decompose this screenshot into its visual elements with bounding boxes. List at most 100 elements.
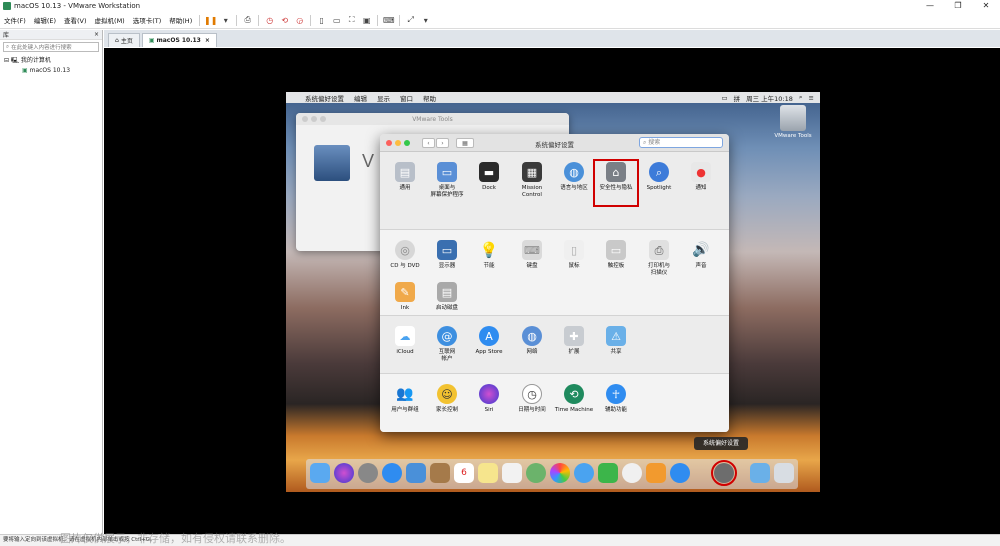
photos-icon[interactable] bbox=[550, 463, 570, 483]
trash-icon[interactable] bbox=[774, 463, 794, 483]
pref-icloud[interactable]: ☁ iCloud bbox=[385, 326, 425, 356]
snapshot-manager-icon[interactable]: ◶ bbox=[294, 15, 305, 26]
dropdown-icon[interactable]: ▾ bbox=[420, 15, 431, 26]
mac-menu-window[interactable]: 窗口 bbox=[395, 93, 418, 103]
prefs-search-input[interactable]: ⌕ 搜索 bbox=[639, 137, 723, 148]
pref-security-privacy[interactable]: ⌂ 安全性与隐私 bbox=[593, 159, 639, 207]
tree-item-vm[interactable]: ▣ macOS 10.13 bbox=[4, 66, 98, 76]
menu-edit[interactable]: 编辑(E) bbox=[30, 15, 60, 25]
pause-icon[interactable]: ❚❚ bbox=[204, 15, 217, 26]
close-icon[interactable]: × bbox=[94, 31, 99, 38]
thumbnail-view-icon[interactable]: ▭ bbox=[331, 15, 342, 26]
pref-label: 显示器 bbox=[438, 263, 456, 269]
fullscreen-icon[interactable]: ⛶ bbox=[346, 15, 357, 26]
notes-icon[interactable] bbox=[478, 463, 498, 483]
system-preferences-window[interactable]: ‹ › ▦ 系统偏好设置 ⌕ 搜索 ▤ 通用 ▭ 桌面与 屏幕保护程序 ▬ Dock … bbox=[380, 134, 729, 432]
library-search-input[interactable]: ⌕ 在此处键入内容进行搜索 bbox=[3, 42, 99, 52]
pref-users-groups[interactable]: 👥 用户与群组 bbox=[385, 384, 425, 414]
pref-parental-controls[interactable]: ☺ 家长控制 bbox=[427, 384, 467, 414]
contacts-icon[interactable] bbox=[430, 463, 450, 483]
pref-printers-scanners[interactable]: ⎙ 打印机与 扫描仪 bbox=[639, 240, 679, 277]
pref-startup-disk[interactable]: ▤ 启动磁盘 bbox=[427, 282, 467, 312]
notification-center-icon[interactable]: ≡ bbox=[809, 94, 814, 102]
pref-mission-control[interactable]: ▦ Mission Control bbox=[512, 162, 552, 199]
pref-desktop-screensaver[interactable]: ▭ 桌面与 屏幕保护程序 bbox=[427, 162, 467, 199]
pref-mouse[interactable]: ▯ 鼠标 bbox=[554, 240, 594, 270]
pref-general[interactable]: ▤ 通用 bbox=[385, 162, 425, 192]
pref-extensions[interactable]: ✚ 扩展 bbox=[554, 326, 594, 356]
menu-vm[interactable]: 虚拟机(M) bbox=[91, 15, 129, 25]
system-preferences-icon[interactable] bbox=[711, 460, 737, 486]
menu-help[interactable]: 帮助(H) bbox=[165, 15, 196, 25]
pref-date-time[interactable]: ◷ 日期与时间 bbox=[512, 384, 552, 414]
close-icon[interactable]: ✕ bbox=[972, 0, 1000, 12]
unity-icon[interactable]: ▣ bbox=[361, 15, 372, 26]
pref-displays[interactable]: ▭ 显示器 bbox=[427, 240, 467, 270]
pref-dock[interactable]: ▬ Dock bbox=[469, 162, 509, 192]
pref-energy-saver[interactable]: 💡 节能 bbox=[469, 240, 509, 270]
pref-notifications[interactable]: ● 通知 bbox=[681, 162, 721, 192]
launchpad-icon[interactable] bbox=[358, 463, 378, 483]
desktop-vmware-tools-icon[interactable]: VMware Tools bbox=[770, 105, 816, 139]
messages-icon[interactable] bbox=[574, 463, 594, 483]
menu-file[interactable]: 文件(F) bbox=[0, 15, 30, 25]
menu-view[interactable]: 查看(V) bbox=[60, 15, 91, 25]
ibooks-icon[interactable] bbox=[646, 463, 666, 483]
dropdown-icon[interactable]: ▾ bbox=[220, 15, 231, 26]
pref-time-machine[interactable]: ⟲ Time Machine bbox=[554, 384, 594, 414]
revert-snapshot-icon[interactable]: ⟲ bbox=[279, 15, 290, 26]
pref-spotlight[interactable]: ⌕ Spotlight bbox=[639, 162, 679, 192]
downloads-folder-icon[interactable] bbox=[750, 463, 770, 483]
siri-icon[interactable] bbox=[334, 463, 354, 483]
facetime-icon[interactable] bbox=[598, 463, 618, 483]
mac-menu-view[interactable]: 显示 bbox=[372, 93, 395, 103]
pref-app-store[interactable]: A App Store bbox=[469, 326, 509, 356]
pref-accessibility[interactable]: ☥ 辅助功能 bbox=[596, 384, 636, 414]
snapshot-icon[interactable]: ◷ bbox=[264, 15, 275, 26]
library-view-icon[interactable]: ▯ bbox=[316, 15, 327, 26]
safari-icon[interactable] bbox=[382, 463, 402, 483]
pref-keyboard[interactable]: ⌨ 键盘 bbox=[512, 240, 552, 270]
pref-label: Spotlight bbox=[646, 185, 672, 191]
minimize-icon[interactable]: — bbox=[916, 0, 944, 12]
pref-ink[interactable]: ✎ Ink bbox=[385, 282, 425, 312]
pref-language-region[interactable]: ◍ 语言与地区 bbox=[554, 162, 594, 192]
close-icon[interactable]: × bbox=[205, 37, 210, 44]
pref-internet-accounts[interactable]: @ 互联网 帐户 bbox=[427, 326, 467, 363]
toolbar-separator bbox=[399, 14, 401, 26]
stretch-icon[interactable]: ⤢ bbox=[405, 15, 416, 26]
pref-trackpad[interactable]: ▭ 触控板 bbox=[596, 240, 636, 270]
finder-icon[interactable] bbox=[310, 463, 330, 483]
mac-menu-edit[interactable]: 编辑 bbox=[349, 93, 372, 103]
pref-label: 用户与群组 bbox=[391, 407, 419, 413]
clock[interactable]: 周三 上午10:18 bbox=[746, 93, 793, 103]
mac-menu-app[interactable]: 系统偏好设置 bbox=[300, 93, 349, 103]
app-store-icon[interactable] bbox=[670, 463, 690, 483]
input-source-icon[interactable]: 拼 bbox=[734, 93, 741, 103]
send-keys-icon[interactable]: ⎙ bbox=[242, 15, 253, 26]
pref-siri[interactable]: Siri bbox=[469, 384, 509, 414]
pref-sharing[interactable]: ⚠ 共享 bbox=[596, 326, 636, 356]
tree-item-my-computer[interactable]: ⊟ 🖳 我的计算机 bbox=[4, 56, 98, 66]
accessibility-icon: ☥ bbox=[606, 384, 626, 404]
itunes-icon[interactable] bbox=[622, 463, 642, 483]
search-placeholder: 搜索 bbox=[648, 139, 661, 146]
mac-menu-help[interactable]: 帮助 bbox=[418, 93, 441, 103]
pref-network[interactable]: ◍ 网络 bbox=[512, 326, 552, 356]
reminders-icon[interactable] bbox=[502, 463, 522, 483]
maximize-icon[interactable]: ❐ bbox=[944, 0, 972, 12]
pref-cd-dvd[interactable]: ◎ CD 与 DVD bbox=[385, 240, 425, 270]
calendar-icon[interactable]: 6 bbox=[454, 463, 474, 483]
maps-icon[interactable] bbox=[526, 463, 546, 483]
photos-app-icon[interactable] bbox=[406, 463, 426, 483]
menu-tabs[interactable]: 选项卡(T) bbox=[129, 15, 166, 25]
tab-macos[interactable]: ▣ macOS 10.13 × bbox=[141, 33, 217, 47]
pref-sound[interactable]: 🔊 声音 bbox=[681, 240, 721, 270]
desktop-screensaver-icon: ▭ bbox=[437, 162, 457, 182]
console-icon[interactable]: ⌨ bbox=[383, 15, 395, 26]
pref-label: 网络 bbox=[526, 349, 538, 355]
display-mirror-icon[interactable]: ▭ bbox=[721, 94, 727, 102]
spotlight-icon[interactable]: ⌕ bbox=[799, 93, 803, 102]
icloud-icon: ☁ bbox=[395, 326, 415, 346]
tab-home[interactable]: ⌂ 主页 bbox=[108, 33, 140, 47]
